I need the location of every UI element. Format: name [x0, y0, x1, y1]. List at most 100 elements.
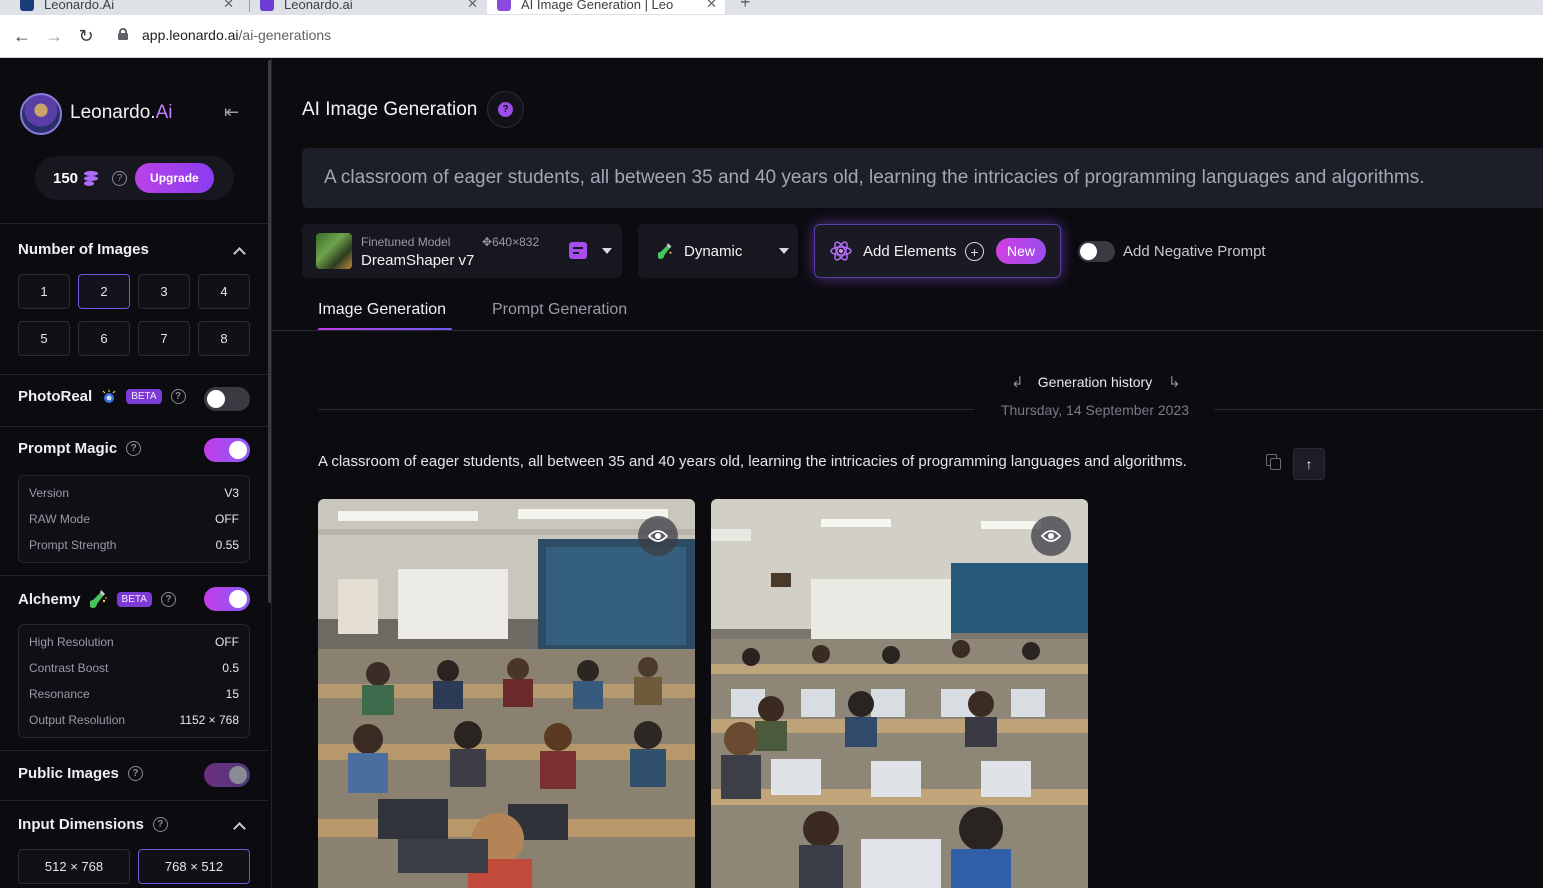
preview-button[interactable]	[1031, 516, 1071, 556]
back-icon[interactable]: ←	[10, 24, 34, 48]
photoreal-toggle[interactable]	[204, 387, 250, 411]
setting-row: Prompt Strength 0.55	[29, 538, 239, 552]
plus-circle-icon: +	[965, 242, 984, 261]
model-selector[interactable]: Finetuned Model ✥640×832 DreamShaper v7	[302, 224, 622, 278]
divider	[0, 750, 268, 751]
setting-row: Output Resolution 1152 × 768	[29, 713, 239, 727]
reload-icon[interactable]: ↻	[74, 24, 98, 48]
style-selector[interactable]: Dynamic	[638, 224, 798, 278]
prompt-magic-settings[interactable]: Version V3 RAW Mode OFF Prompt Strength 0.5…	[18, 475, 250, 563]
setting-row: Resonance 15	[29, 687, 239, 701]
image-count-option[interactable]: 1	[18, 274, 70, 309]
model-details-icon[interactable]	[569, 242, 587, 259]
upgrade-button[interactable]: Upgrade	[135, 163, 214, 193]
new-badge: New	[996, 238, 1047, 264]
help-icon[interactable]: ?	[160, 591, 176, 607]
tab-image-generation[interactable]: Image Generation	[318, 301, 446, 319]
divider	[318, 409, 974, 410]
main-content: AI Image Generation ? A classroom of eag…	[272, 58, 1543, 888]
help-icon[interactable]: ?	[127, 766, 143, 781]
beta-badge: BETA	[116, 591, 152, 607]
input-dimensions-row: Input Dimensions ?	[18, 816, 168, 833]
browser-tab[interactable]: Leonardo.ai ✕	[250, 0, 486, 14]
generation-history-label: Generation history	[1037, 374, 1153, 390]
generated-image[interactable]	[318, 499, 695, 888]
help-icon[interactable]: ?	[170, 389, 186, 404]
help-icon: ?	[498, 102, 513, 117]
chevron-down-icon[interactable]	[779, 248, 789, 254]
close-tab-icon[interactable]: ✕	[706, 0, 717, 12]
public-images-row: Public Images ?	[18, 765, 143, 782]
chevron-down-icon[interactable]	[602, 248, 612, 254]
prompt-magic-row: Prompt Magic ?	[18, 440, 142, 457]
image-count-option[interactable]: 3	[138, 274, 190, 309]
collapse-sidebar-icon[interactable]: ⇤	[224, 102, 239, 123]
dimension-option[interactable]: 512 × 768	[18, 849, 130, 884]
move-icon: ✥	[482, 235, 493, 249]
negative-prompt-label[interactable]: Add Negative Prompt	[1123, 243, 1266, 260]
image-count-option[interactable]: 5	[18, 321, 70, 356]
setting-row: High Resolution OFF	[29, 635, 239, 649]
public-images-toggle[interactable]	[204, 763, 250, 787]
logo	[20, 93, 62, 135]
new-tab-icon[interactable]: +	[740, 0, 751, 13]
divider	[0, 223, 268, 224]
brand-name: Leonardo.Ai	[70, 102, 173, 123]
copy-icon[interactable]	[1266, 454, 1281, 470]
public-images-label: Public Images	[18, 765, 119, 782]
image-count-option[interactable]: 6	[78, 321, 130, 356]
url-field[interactable]: app.leonardo.ai/ai-generations	[142, 27, 331, 43]
history-date: Thursday, 14 September 2023	[1000, 402, 1190, 418]
prompt-text: A classroom of eager students, all betwe…	[324, 167, 1425, 188]
number-of-images-title: Number of Images	[18, 241, 149, 258]
image-count-option[interactable]: 7	[138, 321, 190, 356]
camera-sparkle-icon	[102, 388, 116, 403]
prompt-input[interactable]: A classroom of eager students, all betwe…	[302, 148, 1543, 208]
tab-prompt-generation[interactable]: Prompt Generation	[492, 301, 627, 319]
credits-pill: 150 ? Upgrade	[35, 156, 234, 200]
potion-icon	[658, 243, 672, 259]
alchemy-settings[interactable]: High Resolution OFF Contrast Boost 0.5 Res…	[18, 624, 250, 738]
favicon-icon	[20, 0, 34, 11]
generated-image[interactable]	[711, 499, 1088, 888]
prompt-magic-toggle[interactable]	[204, 438, 250, 462]
beta-badge: BETA	[126, 389, 162, 404]
image-count-option[interactable]: 4	[198, 274, 250, 309]
help-icon[interactable]: ?	[126, 441, 142, 456]
help-button[interactable]: ?	[487, 91, 524, 128]
divider	[0, 374, 268, 375]
alchemy-toggle[interactable]	[204, 587, 250, 611]
dimension-option-selected[interactable]: 768 × 512	[138, 849, 250, 884]
chevron-up-icon[interactable]	[233, 245, 245, 257]
forward-icon[interactable]: →	[42, 24, 66, 48]
chevron-up-icon[interactable]	[233, 820, 245, 832]
model-dimensions: ✥640×832	[482, 235, 540, 249]
preview-button[interactable]	[638, 516, 678, 556]
browser-tab-title: Leonardo.Ai	[44, 0, 115, 12]
potion-icon	[89, 590, 107, 608]
credits-count: 150	[53, 169, 79, 187]
add-elements-label: Add Elements	[863, 243, 957, 260]
browser-tab[interactable]: Leonardo.Ai ✕	[10, 0, 242, 14]
reuse-prompt-button[interactable]: ↑	[1293, 448, 1325, 480]
browser-tab-active[interactable]: AI Image Generation | Leo ✕	[487, 0, 725, 14]
setting-row: Contrast Boost 0.5	[29, 661, 239, 675]
close-tab-icon[interactable]: ✕	[467, 0, 478, 12]
eye-icon	[1041, 530, 1061, 542]
help-icon[interactable]: ?	[152, 817, 168, 832]
image-count-option[interactable]: 8	[198, 321, 250, 356]
eye-icon	[648, 530, 668, 542]
negative-prompt-toggle[interactable]	[1078, 241, 1115, 262]
divider	[0, 426, 268, 427]
add-elements-button[interactable]: Add Elements + New	[814, 224, 1061, 278]
browser-tab-title: Leonardo.ai	[284, 0, 353, 12]
number-of-images-grid: 1 2 3 4 5 6 7 8	[18, 274, 250, 356]
prompt-magic-label: Prompt Magic	[18, 440, 118, 457]
lock-icon	[118, 28, 128, 40]
photoreal-label: PhotoReal	[18, 388, 93, 405]
page-title: AI Image Generation	[302, 99, 478, 120]
image-count-option-selected[interactable]: 2	[78, 274, 130, 309]
help-icon[interactable]: ?	[112, 170, 128, 186]
arrow-up-icon: ↑	[1305, 456, 1313, 472]
close-tab-icon[interactable]: ✕	[223, 0, 234, 12]
